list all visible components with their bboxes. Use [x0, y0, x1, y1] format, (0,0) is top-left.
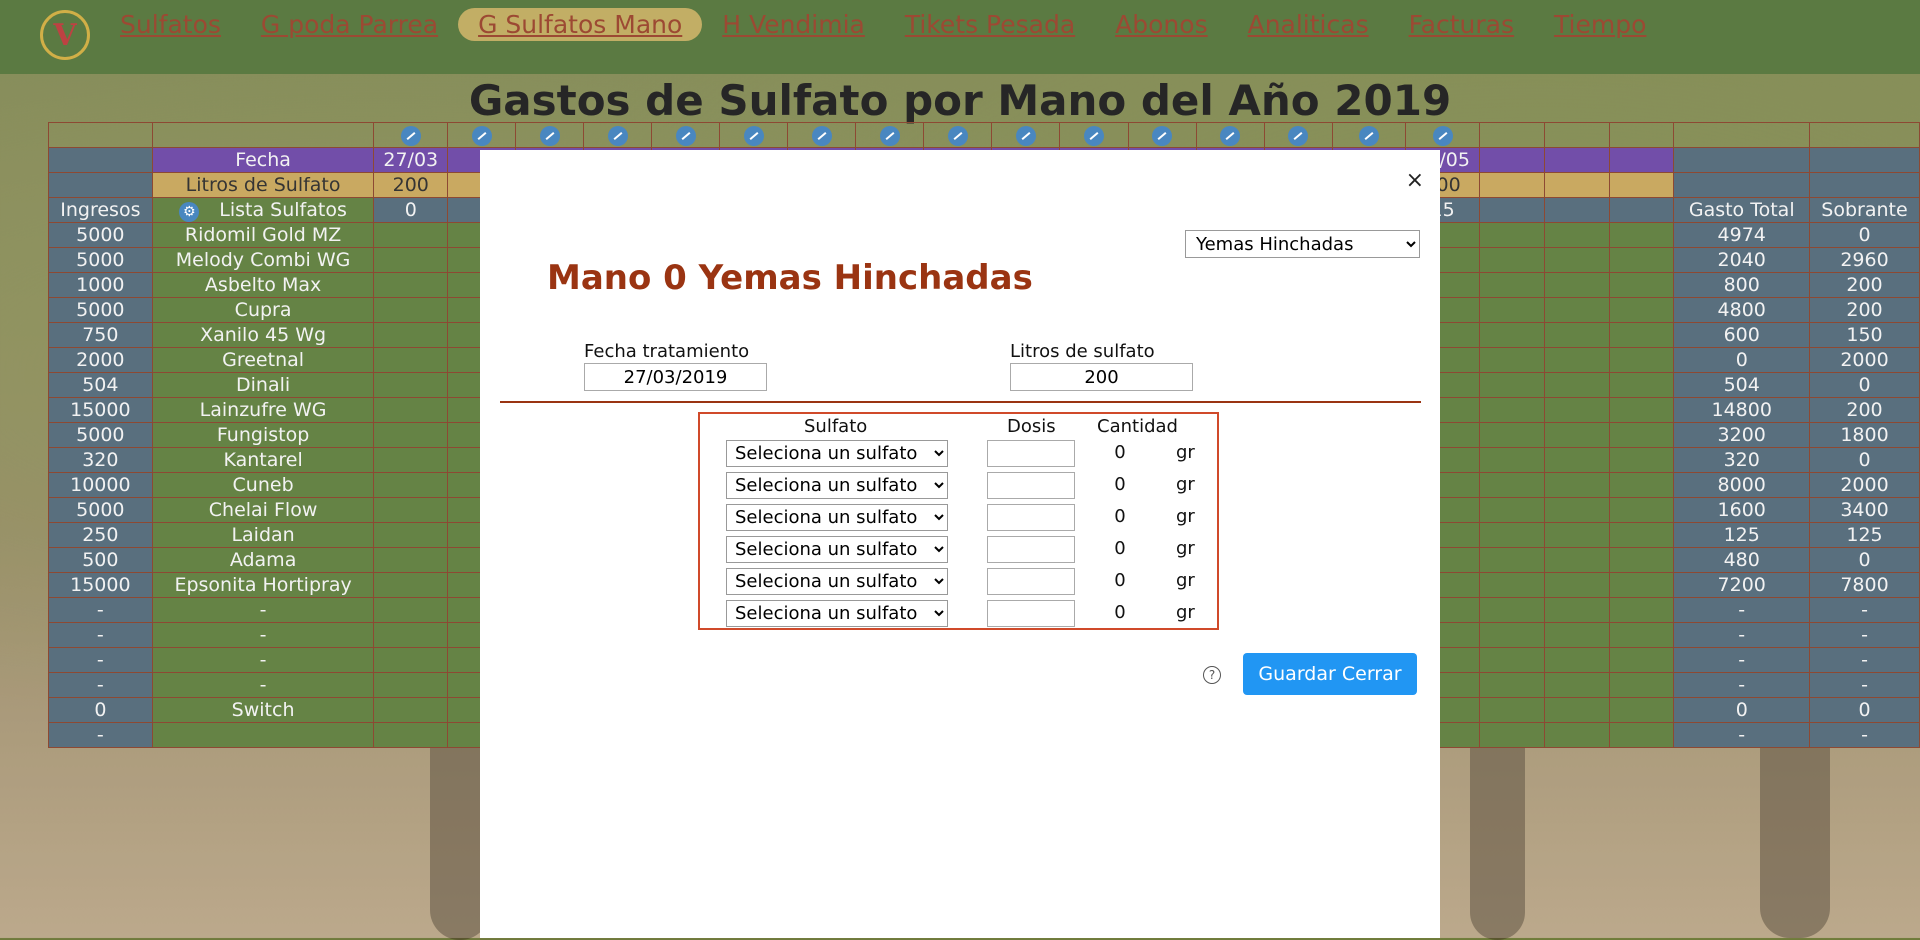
- sulfato-select[interactable]: Seleciona un sulfato: [726, 536, 948, 563]
- unit-label: gr: [1176, 474, 1195, 495]
- unit-label: gr: [1176, 602, 1195, 623]
- dosis-input[interactable]: [987, 536, 1075, 563]
- sulfato-row: Seleciona un sulfato 0 gr: [700, 504, 1221, 532]
- cantidad-value: 0: [1114, 538, 1126, 559]
- col-dosis: Dosis: [1007, 416, 1056, 437]
- sulfato-row: Seleciona un sulfato 0 gr: [700, 536, 1221, 564]
- cantidad-value: 0: [1114, 474, 1126, 495]
- save-close-button[interactable]: Guardar Cerrar: [1243, 653, 1417, 695]
- help-icon[interactable]: ?: [1203, 666, 1221, 684]
- divider: [500, 401, 1421, 403]
- cantidad-value: 0: [1114, 602, 1126, 623]
- col-cantidad: Cantidad: [1097, 416, 1178, 437]
- treatment-modal: × Yemas Hinchadas Mano 0 Yemas Hinchadas…: [480, 150, 1440, 938]
- sulfato-select[interactable]: Seleciona un sulfato: [726, 568, 948, 595]
- sulfato-row: Seleciona un sulfato 0 gr: [700, 472, 1221, 500]
- fecha-input[interactable]: [584, 363, 767, 391]
- sulfato-list: Sulfato Dosis Cantidad Seleciona un sulf…: [698, 412, 1219, 630]
- sulfato-row: Seleciona un sulfato 0 gr: [700, 440, 1221, 468]
- dosis-input[interactable]: [987, 568, 1075, 595]
- unit-label: gr: [1176, 570, 1195, 591]
- litros-input[interactable]: [1010, 363, 1193, 391]
- dosis-input[interactable]: [987, 504, 1075, 531]
- sulfato-select[interactable]: Seleciona un sulfato: [726, 504, 948, 531]
- cantidad-value: 0: [1114, 442, 1126, 463]
- col-sulfato: Sulfato: [804, 416, 868, 437]
- sulfato-select[interactable]: Seleciona un sulfato: [726, 472, 948, 499]
- modal-title: Mano 0 Yemas Hinchadas: [547, 258, 1033, 298]
- sulfato-select[interactable]: Seleciona un sulfato: [726, 600, 948, 627]
- cantidad-value: 0: [1114, 570, 1126, 591]
- unit-label: gr: [1176, 442, 1195, 463]
- fecha-label: Fecha tratamiento: [584, 341, 750, 362]
- litros-label: Litros de sulfato: [1010, 341, 1155, 362]
- unit-label: gr: [1176, 506, 1195, 527]
- stage-select[interactable]: Yemas Hinchadas: [1185, 230, 1420, 258]
- dosis-input[interactable]: [987, 440, 1075, 467]
- dosis-input[interactable]: [987, 472, 1075, 499]
- cantidad-value: 0: [1114, 506, 1126, 527]
- close-icon[interactable]: ×: [1406, 168, 1424, 193]
- sulfato-row: Seleciona un sulfato 0 gr: [700, 568, 1221, 596]
- sulfato-select[interactable]: Seleciona un sulfato: [726, 440, 948, 467]
- sulfato-row: Seleciona un sulfato 0 gr: [700, 600, 1221, 628]
- unit-label: gr: [1176, 538, 1195, 559]
- dosis-input[interactable]: [987, 600, 1075, 627]
